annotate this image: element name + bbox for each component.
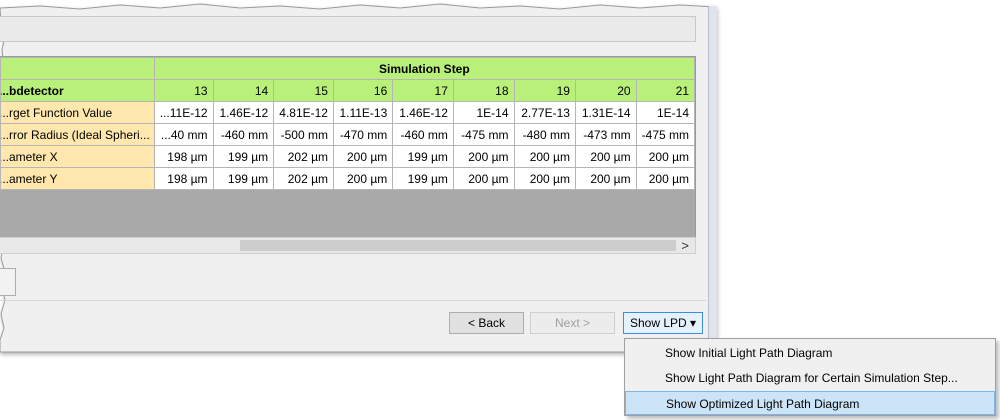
step-header[interactable]: 13 xyxy=(153,79,214,102)
table-cell[interactable]: 1E-14 xyxy=(635,101,695,124)
table-cell[interactable]: 200 µm xyxy=(513,145,576,168)
show-lpd-dropdown-button[interactable]: Show LPD ▾ xyxy=(623,312,703,334)
table-cell[interactable]: 202 µm xyxy=(273,145,334,168)
table-cell[interactable]: -460 mm xyxy=(212,123,275,146)
step-header[interactable]: 19 xyxy=(513,79,576,102)
simulation-grid[interactable]: Simulation Step ...bdetector 13 14 15 16… xyxy=(0,56,696,238)
window-right-edge-scrollbar xyxy=(708,6,717,351)
horizontal-scrollbar[interactable]: > xyxy=(0,237,696,254)
row-header[interactable]: ...ameter X xyxy=(0,145,155,168)
step-header[interactable]: 21 xyxy=(635,79,695,102)
table-cell[interactable]: 200 µm xyxy=(452,167,515,190)
table-cell[interactable]: 200 µm xyxy=(513,167,576,190)
table-cell[interactable]: ...11E-12 xyxy=(153,101,214,124)
table-cell[interactable]: -475 mm xyxy=(452,123,515,146)
table-cell[interactable]: 198 µm xyxy=(153,167,214,190)
horizontal-scroll-thumb[interactable] xyxy=(240,240,676,251)
table-row: ...ameter X 198 µm 199 µm 202 µm 200 µm … xyxy=(0,145,695,168)
step-header[interactable]: 16 xyxy=(332,79,394,102)
simulation-table: Simulation Step ...bdetector 13 14 15 16… xyxy=(0,57,695,190)
table-cell[interactable]: -470 mm xyxy=(332,123,394,146)
table-cell[interactable]: 200 µm xyxy=(574,167,637,190)
scroll-right-arrow-icon[interactable]: > xyxy=(681,238,689,254)
group-header-simulation-step: Simulation Step xyxy=(153,57,695,80)
menu-item-show-optimized-lpd[interactable]: Show Optimized Light Path Diagram xyxy=(625,391,995,415)
table-cell[interactable]: 200 µm xyxy=(574,145,637,168)
table-cell[interactable]: 199 µm xyxy=(392,167,454,190)
corner-cell xyxy=(0,57,155,80)
menu-item-show-lpd-certain-step[interactable]: Show Light Path Diagram for Certain Simu… xyxy=(625,366,995,390)
table-cell[interactable]: 200 µm xyxy=(635,145,695,168)
row-header[interactable]: ...rget Function Value xyxy=(0,101,155,124)
table-cell[interactable]: 199 µm xyxy=(212,145,275,168)
step-header[interactable]: 14 xyxy=(212,79,275,102)
table-cell[interactable]: 2.77E-13 xyxy=(513,101,576,124)
step-header[interactable]: 17 xyxy=(392,79,454,102)
table-cell[interactable]: 1.46E-12 xyxy=(212,101,275,124)
lpd-dropdown-menu: Show Initial Light Path Diagram Show Lig… xyxy=(624,338,996,416)
table-cell[interactable]: 199 µm xyxy=(212,167,275,190)
footer-divider xyxy=(0,300,706,301)
table-cell[interactable]: 1.11E-13 xyxy=(332,101,394,124)
table-row: ...rget Function Value ...11E-12 1.46E-1… xyxy=(0,101,695,124)
table-cell[interactable]: 1E-14 xyxy=(452,101,515,124)
table-cell[interactable]: -500 mm xyxy=(273,123,334,146)
top-toolbar-strip xyxy=(0,16,696,42)
next-button[interactable]: Next > xyxy=(530,312,615,334)
row-header[interactable]: ...ameter Y xyxy=(0,167,155,190)
menu-item-show-initial-lpd[interactable]: Show Initial Light Path Diagram xyxy=(625,341,995,365)
table-cell[interactable]: 202 µm xyxy=(273,167,334,190)
table-cell[interactable]: 4.81E-12 xyxy=(273,101,334,124)
step-header[interactable]: 20 xyxy=(574,79,637,102)
table-cell[interactable]: 200 µm xyxy=(332,167,394,190)
table-row: ...rror Radius (Ideal Spheri... ...40 mm… xyxy=(0,123,695,146)
table-cell[interactable]: 200 µm xyxy=(635,167,695,190)
step-header[interactable]: 18 xyxy=(452,79,515,102)
table-cell[interactable]: -460 mm xyxy=(392,123,454,146)
table-cell[interactable]: -480 mm xyxy=(513,123,576,146)
first-col-header[interactable]: ...bdetector xyxy=(0,79,155,102)
back-button[interactable]: < Back xyxy=(449,312,524,334)
table-cell[interactable]: -475 mm xyxy=(635,123,695,146)
partial-side-button[interactable] xyxy=(0,268,16,296)
step-header[interactable]: 15 xyxy=(273,79,334,102)
table-row: ...ameter Y 198 µm 199 µm 202 µm 200 µm … xyxy=(0,167,695,190)
table-cell[interactable]: -473 mm xyxy=(574,123,637,146)
table-cell[interactable]: 1.31E-14 xyxy=(574,101,637,124)
table-cell[interactable]: 199 µm xyxy=(392,145,454,168)
table-cell[interactable]: 200 µm xyxy=(332,145,394,168)
row-header[interactable]: ...rror Radius (Ideal Spheri... xyxy=(0,123,155,146)
table-cell[interactable]: 200 µm xyxy=(452,145,515,168)
table-cell[interactable]: 1.46E-12 xyxy=(392,101,454,124)
table-cell[interactable]: 198 µm xyxy=(153,145,214,168)
table-cell[interactable]: ...40 mm xyxy=(153,123,214,146)
